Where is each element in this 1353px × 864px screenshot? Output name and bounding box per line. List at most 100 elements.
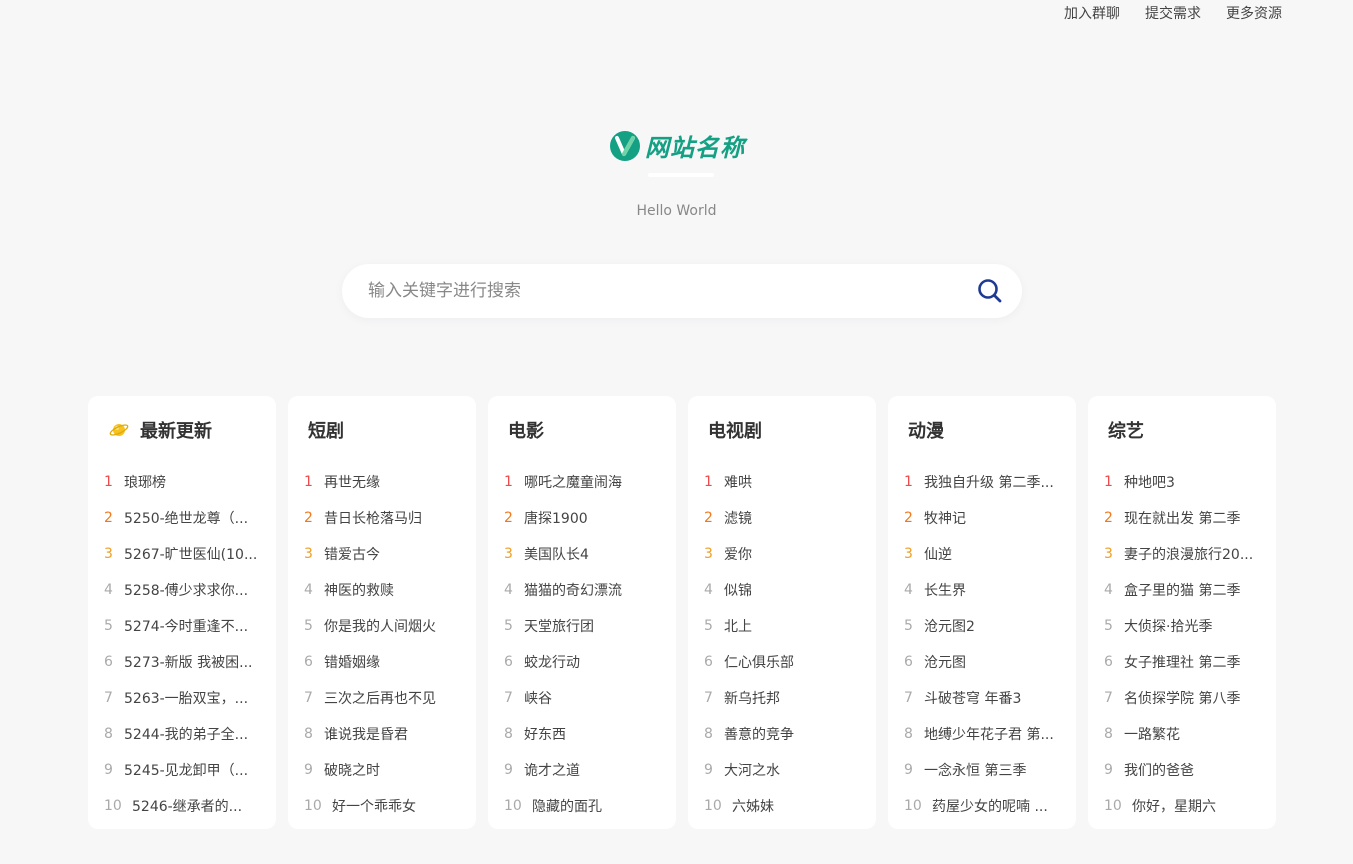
item-title: 天堂旅行团 — [524, 619, 594, 635]
rank-number: 9 — [704, 762, 713, 778]
list-item[interactable]: 9 诡才之道 — [504, 752, 660, 788]
list-item[interactable]: 1 琅琊榜 — [104, 464, 260, 500]
list-item[interactable]: 10 好一个乖乖女 — [304, 788, 460, 824]
list-item[interactable]: 4 盒子里的猫 第二季 — [1104, 572, 1260, 608]
list-item[interactable]: 9 我们的爸爸 — [1104, 752, 1260, 788]
card-tv-series: 电视剧 1 难哄 2 滤镜 3 爱你 4 似锦 5 北上 6 仁心俱乐部 7 新乌托邦 8 善意… — [688, 396, 876, 829]
item-title: 盒子里的猫 第二季 — [1124, 583, 1241, 599]
list-item[interactable]: 3 妻子的浪漫旅行20... — [1104, 536, 1260, 572]
list-item[interactable]: 4 长生界 — [904, 572, 1060, 608]
item-title: 5246-继承者的... — [132, 799, 243, 815]
list-item[interactable]: 7 峡谷 — [504, 680, 660, 716]
list-item[interactable]: 2 5250-绝世龙尊（... — [104, 500, 260, 536]
item-title: 破晓之时 — [324, 763, 380, 779]
list-item[interactable]: 1 种地吧3 — [1104, 464, 1260, 500]
list-item[interactable]: 3 5267-旷世医仙(10... — [104, 536, 260, 572]
top-nav: 加入群聊 提交需求 更多资源 — [1064, 3, 1282, 23]
list-item[interactable]: 2 唐探1900 — [504, 500, 660, 536]
item-title: 5244-我的弟子全... — [124, 727, 249, 743]
card-header: 电影 — [504, 396, 660, 464]
tagline: Hello World — [636, 203, 717, 219]
ranking-list: 1 我独自升级 第二季... 2 牧神记 3 仙逆 4 长生界 5 沧元图2 6 沧元图 7… — [904, 464, 1060, 824]
item-title: 隐藏的面孔 — [532, 799, 602, 815]
list-item[interactable]: 10 你好，星期六 — [1104, 788, 1260, 824]
card-title: 综艺 — [1108, 421, 1144, 442]
list-item[interactable]: 5 北上 — [704, 608, 860, 644]
planet-icon — [108, 419, 130, 441]
item-title: 一路繁花 — [1124, 727, 1180, 743]
list-item[interactable]: 5 5274-今时重逢不... — [104, 608, 260, 644]
item-title: 善意的竞争 — [724, 727, 794, 743]
rank-number: 10 — [104, 798, 122, 814]
nav-join-group[interactable]: 加入群聊 — [1064, 3, 1120, 23]
list-item[interactable]: 8 5244-我的弟子全... — [104, 716, 260, 752]
list-item[interactable]: 10 药屋少女的呢喃 ... — [904, 788, 1060, 824]
list-item[interactable]: 3 美国队长4 — [504, 536, 660, 572]
list-item[interactable]: 10 隐藏的面孔 — [504, 788, 660, 824]
list-item[interactable]: 4 似锦 — [704, 572, 860, 608]
list-item[interactable]: 6 5273-新版 我被困... — [104, 644, 260, 680]
list-item[interactable]: 2 昔日长枪落马归 — [304, 500, 460, 536]
rank-number: 6 — [704, 654, 713, 670]
list-item[interactable]: 6 沧元图 — [904, 644, 1060, 680]
list-item[interactable]: 1 我独自升级 第二季... — [904, 464, 1060, 500]
item-title: 斗破苍穹 年番3 — [924, 691, 1022, 707]
list-item[interactable]: 10 5246-继承者的... — [104, 788, 260, 824]
list-item[interactable]: 3 错爱古今 — [304, 536, 460, 572]
item-title: 沧元图2 — [924, 619, 975, 635]
item-title: 女子推理社 第二季 — [1124, 655, 1241, 671]
rank-number: 6 — [104, 654, 113, 670]
list-item[interactable]: 5 天堂旅行团 — [504, 608, 660, 644]
list-item[interactable]: 7 名侦探学院 第八季 — [1104, 680, 1260, 716]
list-item[interactable]: 8 一路繁花 — [1104, 716, 1260, 752]
list-item[interactable]: 5 大侦探·拾光季 — [1104, 608, 1260, 644]
list-item[interactable]: 6 错婚姻缘 — [304, 644, 460, 680]
item-title: 5267-旷世医仙(10... — [124, 547, 258, 563]
list-item[interactable]: 3 仙逆 — [904, 536, 1060, 572]
item-title: 现在就出发 第二季 — [1124, 511, 1241, 527]
list-item[interactable]: 2 滤镜 — [704, 500, 860, 536]
list-item[interactable]: 10 六姊妹 — [704, 788, 860, 824]
list-item[interactable]: 8 地缚少年花子君 第... — [904, 716, 1060, 752]
list-item[interactable]: 7 新乌托邦 — [704, 680, 860, 716]
list-item[interactable]: 6 蛟龙行动 — [504, 644, 660, 680]
list-item[interactable]: 9 破晓之时 — [304, 752, 460, 788]
rank-number: 4 — [504, 582, 513, 598]
search-icon[interactable] — [976, 277, 1004, 305]
list-item[interactable]: 4 5258-傅少求求你... — [104, 572, 260, 608]
list-item[interactable]: 4 神医的救赎 — [304, 572, 460, 608]
list-item[interactable]: 7 三次之后再也不见 — [304, 680, 460, 716]
list-item[interactable]: 7 斗破苍穹 年番3 — [904, 680, 1060, 716]
rank-number: 7 — [504, 690, 513, 706]
list-item[interactable]: 6 女子推理社 第二季 — [1104, 644, 1260, 680]
list-item[interactable]: 9 大河之水 — [704, 752, 860, 788]
list-item[interactable]: 7 5263-一胎双宝，... — [104, 680, 260, 716]
list-item[interactable]: 5 你是我的人间烟火 — [304, 608, 460, 644]
list-item[interactable]: 4 猫猫的奇幻漂流 — [504, 572, 660, 608]
item-title: 一念永恒 第三季 — [924, 763, 1027, 779]
site-logo[interactable]: 网站名称 — [608, 128, 745, 163]
item-title: 你是我的人间烟火 — [324, 619, 436, 635]
list-item[interactable]: 9 一念永恒 第三季 — [904, 752, 1060, 788]
item-title: 我们的爸爸 — [1124, 763, 1194, 779]
item-title: 5258-傅少求求你... — [124, 583, 249, 599]
search-input[interactable] — [366, 264, 956, 318]
nav-more-resources[interactable]: 更多资源 — [1226, 3, 1282, 23]
item-title: 错爱古今 — [324, 547, 380, 563]
list-item[interactable]: 2 牧神记 — [904, 500, 1060, 536]
list-item[interactable]: 1 哪吒之魔童闹海 — [504, 464, 660, 500]
list-item[interactable]: 1 再世无缘 — [304, 464, 460, 500]
list-item[interactable]: 2 现在就出发 第二季 — [1104, 500, 1260, 536]
list-item[interactable]: 8 善意的竞争 — [704, 716, 860, 752]
rank-number: 5 — [304, 618, 313, 634]
list-item[interactable]: 9 5245-见龙卸甲（... — [104, 752, 260, 788]
list-item[interactable]: 3 爱你 — [704, 536, 860, 572]
list-item[interactable]: 1 难哄 — [704, 464, 860, 500]
list-item[interactable]: 8 好东西 — [504, 716, 660, 752]
list-item[interactable]: 6 仁心俱乐部 — [704, 644, 860, 680]
card-variety-shows: 综艺 1 种地吧3 2 现在就出发 第二季 3 妻子的浪漫旅行20... 4 盒子里的猫… — [1088, 396, 1276, 829]
list-item[interactable]: 5 沧元图2 — [904, 608, 1060, 644]
list-item[interactable]: 8 谁说我是昏君 — [304, 716, 460, 752]
nav-submit-request[interactable]: 提交需求 — [1145, 3, 1201, 23]
rank-number: 7 — [704, 690, 713, 706]
